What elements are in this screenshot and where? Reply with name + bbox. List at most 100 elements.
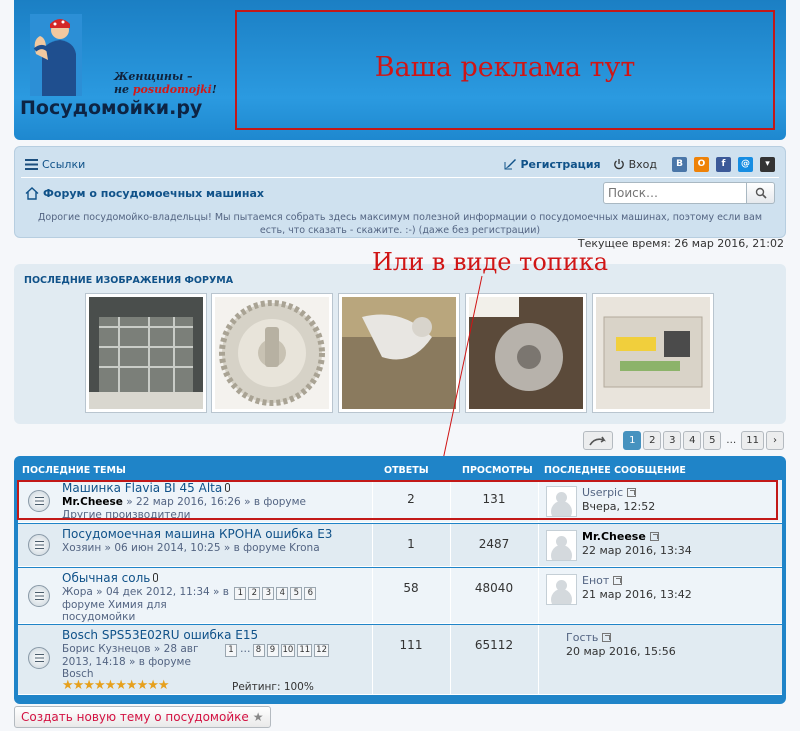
image-thumbnail-2[interactable] [211, 293, 333, 413]
topic-author: Mr.Cheese [62, 496, 123, 508]
logo-woman-image [30, 14, 82, 96]
page-next[interactable]: › [766, 431, 784, 450]
last-post-user[interactable]: Userpic [582, 486, 637, 499]
topic-title[interactable]: Машинка Flavia BI 45 Alta [62, 481, 231, 495]
topic-author: Жора [62, 586, 93, 598]
go-to-post-icon[interactable] [613, 576, 623, 585]
page-5[interactable]: 5 [703, 431, 722, 450]
page-4[interactable]: 4 [683, 431, 702, 450]
topic-forum-link[interactable]: форуме Химия для [62, 599, 167, 612]
ad-banner[interactable]: Ваша реклама тут [235, 10, 775, 130]
navbar: Ссылки Регистрация Вход В О f @ ▾ Форум … [14, 146, 786, 238]
image-thumbnail-5[interactable] [592, 293, 714, 413]
topic-page-link[interactable]: 2 [248, 587, 261, 600]
topic-meta: Жора » 04 дек 2012, 11:34 » в 123456 [62, 586, 317, 600]
star-icon: ★ [252, 710, 264, 724]
jump-to-page-button[interactable] [583, 431, 614, 450]
topic-views: 48040 [474, 581, 514, 595]
last-post-user[interactable]: Mr.Cheese [582, 530, 659, 543]
page-2[interactable]: 2 [643, 431, 662, 450]
logo-tagline-2: не posudomojki! [114, 83, 217, 96]
odnoklassniki-icon[interactable]: О [694, 156, 709, 172]
site-name[interactable]: Посудомойки.ру [20, 97, 202, 119]
col-replies: ОТВЕТЫ [384, 465, 429, 476]
topic-icon [28, 490, 50, 512]
topic-title[interactable]: Обычная соль [62, 571, 159, 585]
annotation-text: Или в виде топика [372, 248, 609, 276]
topic-forum-link[interactable]: 2013, 14:18 » в форуме [62, 656, 191, 669]
topic-icon [28, 534, 50, 556]
nav-divider [21, 177, 779, 178]
avatar[interactable] [546, 574, 577, 605]
topic-row: Машинка Flavia BI 45 Alta Mr.Cheese » 22… [18, 480, 782, 523]
page-3[interactable]: 3 [663, 431, 682, 450]
current-time: Текущее время: 26 мар 2016, 21:02 [577, 237, 784, 250]
last-post-date: 21 мар 2016, 13:42 [582, 588, 692, 601]
page-last[interactable]: 11 [741, 431, 764, 450]
register-icon [504, 159, 516, 170]
topic-replies: 111 [399, 638, 423, 652]
topic-title[interactable]: Bosch SPS53E02RU ошибка E15 [62, 628, 258, 642]
last-post-user[interactable]: Енот [582, 574, 623, 587]
avatar[interactable] [546, 530, 577, 561]
pagination: 1 2 3 4 5 … 11 › [583, 431, 784, 450]
page-1[interactable]: 1 [623, 431, 642, 450]
last-post-date: 22 мар 2016, 13:34 [582, 544, 692, 557]
topic-title[interactable]: Посудомоечная машина КРОНА ошибка E3 [62, 527, 332, 541]
col-views: ПРОСМОТРЫ [462, 465, 533, 476]
topic-page-link[interactable]: 10 [280, 644, 296, 657]
login-link[interactable]: Вход [629, 158, 657, 171]
topic-forum-link[interactable]: Другие производители [62, 509, 190, 522]
topic-forum-link-cont[interactable]: посудомойки [62, 611, 135, 624]
topic-row: Обычная соль Жора » 04 дек 2012, 11:34 »… [18, 568, 782, 624]
facebook-icon[interactable]: f [716, 156, 731, 172]
ad-text: Ваша реклама тут [374, 52, 636, 83]
topic-page-link[interactable]: 9 [266, 644, 279, 657]
annotation-arrow [435, 275, 483, 482]
go-to-post-icon[interactable] [602, 633, 612, 642]
register-link[interactable]: Регистрация [521, 158, 601, 171]
attachment-icon [153, 573, 159, 582]
topic-replies: 1 [407, 537, 415, 551]
site-header: Женщины – не posudomojki! Посудомойки.ру… [14, 0, 786, 140]
new-topic-button[interactable]: Создать новую тему о посудомойке ★ [14, 706, 271, 728]
search-icon [755, 187, 767, 199]
topic-page-link[interactable]: 5 [290, 587, 303, 600]
avatar[interactable] [546, 486, 577, 517]
topic-replies: 58 [403, 581, 419, 595]
jump-arrow-icon [589, 436, 607, 445]
forum-home-link[interactable]: Форум о посудомоечных машинах [43, 187, 264, 200]
page-ellipsis: … [726, 435, 737, 446]
go-to-post-icon[interactable] [627, 488, 637, 497]
topic-page-link[interactable]: 12 [314, 644, 329, 657]
more-dropdown-icon[interactable]: ▾ [760, 156, 775, 172]
circuit-board-image [596, 297, 710, 409]
menu-icon[interactable] [25, 158, 38, 170]
home-icon[interactable] [25, 186, 39, 200]
dishwasher-rack-image [89, 297, 203, 409]
topic-author: Борис Кузнецов [62, 643, 151, 655]
topic-pages: 1… 8 9 10 11 12 [223, 643, 329, 657]
last-post-user[interactable]: Гость [566, 631, 612, 644]
vk-icon[interactable]: В [672, 156, 687, 172]
col-last-post: ПОСЛЕДНЕЕ СООБЩЕНИЕ [544, 465, 686, 476]
topic-page-link[interactable]: 8 [252, 644, 265, 657]
topic-meta: Борис Кузнецов » 28 авг [62, 643, 199, 655]
mail-icon[interactable]: @ [738, 156, 753, 172]
topic-page-link[interactable]: 1 [225, 644, 237, 657]
logo-tagline-1: Женщины – [114, 70, 193, 83]
topic-page-link[interactable]: 4 [276, 587, 289, 600]
image-thumbnail-1[interactable] [85, 293, 207, 413]
search-button[interactable] [747, 182, 775, 204]
topic-page-link[interactable]: 3 [262, 587, 275, 600]
topic-page-link[interactable]: 1 [234, 587, 247, 600]
search-input[interactable] [603, 182, 747, 204]
recent-images-panel: ПОСЛЕДНИЕ ИЗОБРАЖЕНИЯ ФОРУМА [14, 264, 786, 424]
topic-page-link[interactable]: 11 [297, 644, 313, 657]
links-menu[interactable]: Ссылки [42, 158, 85, 171]
last-post-date: 20 мар 2016, 15:56 [566, 645, 676, 658]
topic-page-link[interactable]: 6 [304, 587, 317, 600]
topic-row: Посудомоечная машина КРОНА ошибка E3 Хоз… [18, 524, 782, 567]
go-to-post-icon[interactable] [649, 532, 659, 541]
topic-author: Хозяин [62, 542, 102, 554]
